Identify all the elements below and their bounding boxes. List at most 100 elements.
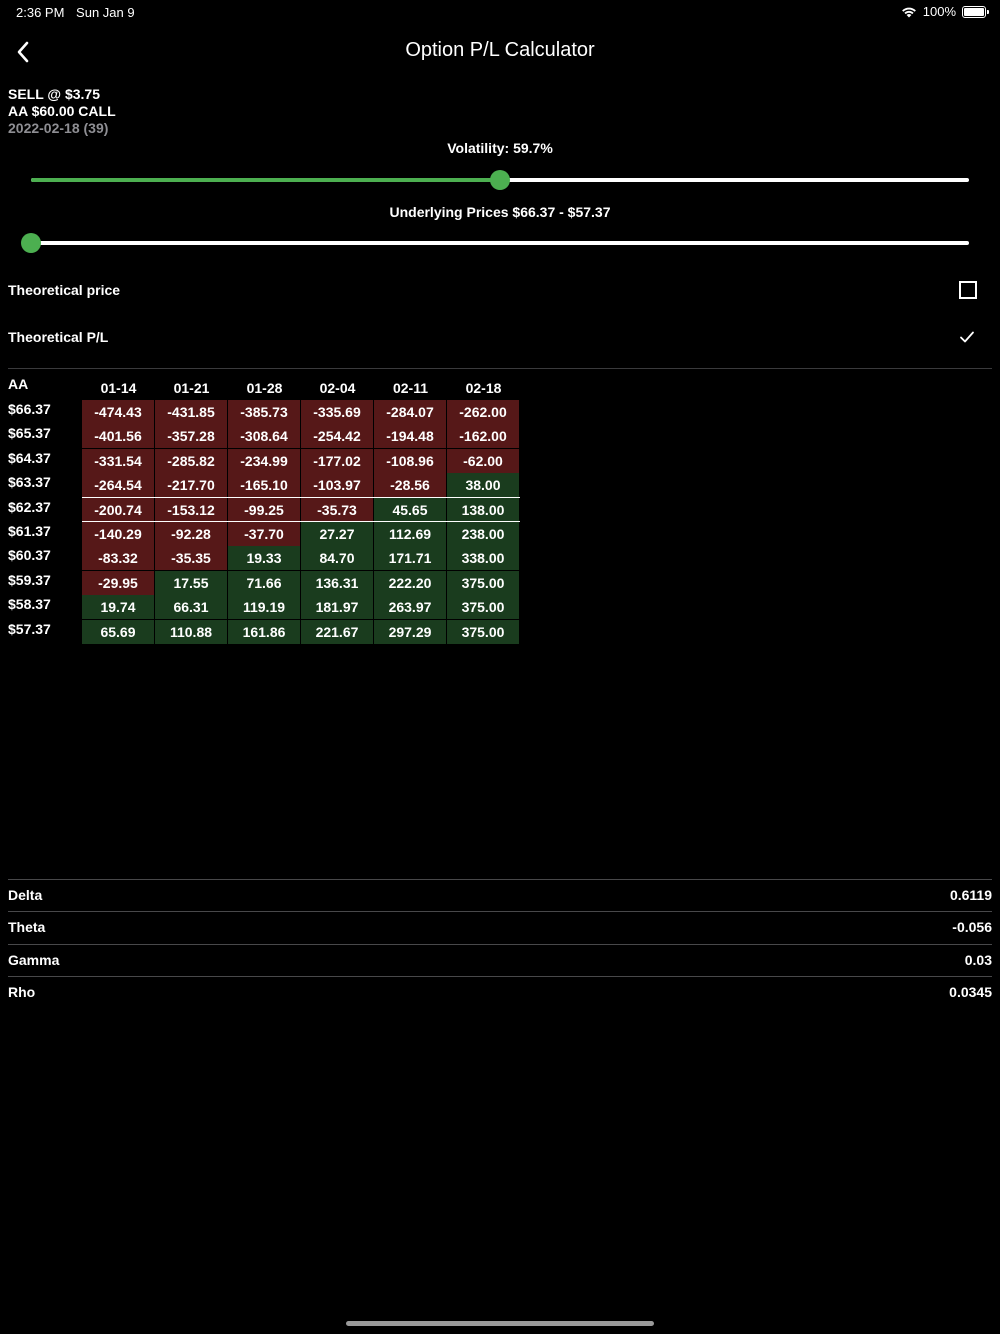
pl-cell: -99.25 [228, 497, 300, 522]
greek-value: -0.056 [952, 919, 992, 936]
page-title: Option P/L Calculator [405, 39, 595, 61]
status-right: 100% [901, 4, 989, 19]
pl-cell: 38.00 [447, 473, 519, 498]
volatility-slider[interactable] [31, 168, 969, 192]
theoretical-price-checkbox[interactable] [959, 281, 977, 299]
pl-cell: 338.00 [447, 546, 519, 571]
grid-date-header: 01-21 [173, 380, 210, 396]
status-bar: 2:36 PM Sun Jan 9 100% [0, 0, 1000, 24]
pl-cell: 119.19 [228, 595, 300, 620]
greek-name: Theta [8, 919, 46, 936]
grid-symbol: AA [8, 376, 29, 392]
order-info: SELL @ $3.75 AA $60.00 CALL 2022-02-18 (… [8, 86, 116, 137]
pl-cell: -62.00 [447, 448, 519, 473]
greek-row: Gamma 0.03 [8, 944, 992, 976]
pl-cell: -35.35 [155, 546, 227, 571]
pl-cell: -284.07 [374, 400, 446, 424]
pl-cell: -262.00 [447, 400, 519, 424]
pl-cell: 375.00 [447, 570, 519, 595]
greek-value: 0.0345 [949, 983, 992, 1000]
order-contract: AA $60.00 CALL [8, 103, 116, 119]
status-left: 2:36 PM Sun Jan 9 [16, 5, 143, 20]
underlying-price-slider[interactable] [21, 231, 969, 255]
order-expiry: 2022-02-18 (39) [8, 120, 109, 136]
pl-cell: -162.00 [447, 424, 519, 449]
pl-cell: -83.32 [82, 546, 154, 571]
pl-cell: -28.56 [374, 473, 446, 498]
grid-price-label: $62.37 [8, 498, 51, 515]
pl-cell: 238.00 [447, 522, 519, 546]
pl-cell: -92.28 [155, 522, 227, 546]
grid-price-label: $64.37 [8, 449, 51, 466]
pl-cell: 171.71 [374, 546, 446, 571]
pl-cell: -29.95 [82, 570, 154, 595]
theoretical-pl-label: Theoretical P/L [8, 329, 109, 345]
pl-cell: 138.00 [447, 497, 519, 522]
greek-row: Theta -0.056 [8, 911, 992, 943]
pl-cell: 375.00 [447, 595, 519, 620]
pl-cell: -37.70 [228, 522, 300, 546]
greek-row: Rho 0.0345 [8, 976, 992, 1008]
greek-name: Rho [8, 983, 36, 1000]
theoretical-pl-row[interactable]: Theoretical P/L [0, 317, 1000, 357]
pl-cell: 65.69 [82, 619, 154, 644]
grid-price-label: $60.37 [8, 547, 51, 564]
grid-price-label: $58.37 [8, 596, 51, 613]
pl-cell: 66.31 [155, 595, 227, 620]
pl-cell: -108.96 [374, 448, 446, 473]
strike-line [82, 496, 520, 498]
pl-cell: -165.10 [228, 473, 300, 498]
volatility-label: Volatility: 59.7% [447, 140, 553, 156]
pl-cell: -103.97 [301, 473, 373, 498]
pl-cell: 110.88 [155, 619, 227, 644]
pl-cell: -153.12 [155, 497, 227, 522]
pl-cell: -177.02 [301, 448, 373, 473]
grid-date-header: 02-04 [319, 380, 356, 396]
greek-name: Gamma [8, 951, 60, 968]
pl-cell: -254.42 [301, 424, 373, 449]
pl-cell: 19.33 [228, 546, 300, 571]
grid-price-label: $65.37 [8, 425, 51, 442]
pl-cell: 45.65 [374, 497, 446, 522]
pl-cell: 221.67 [301, 619, 373, 644]
home-indicator [346, 1321, 654, 1326]
grid-date-header: 01-14 [100, 380, 137, 396]
pl-cell: -431.85 [155, 400, 227, 424]
grid-price-label: $61.37 [8, 523, 51, 539]
grid-date-header: 01-28 [246, 380, 283, 396]
theoretical-price-row[interactable]: Theoretical price [0, 270, 1000, 310]
pl-cell: -357.28 [155, 424, 227, 449]
greek-row: Delta 0.6119 [8, 879, 992, 911]
pl-cell: 181.97 [301, 595, 373, 620]
status-date: Sun Jan 9 [76, 5, 135, 20]
underlying-price-label: Underlying Prices $66.37 - $57.37 [389, 204, 611, 220]
slider-thumb[interactable] [21, 233, 41, 253]
pl-cell: -264.54 [82, 473, 154, 498]
pl-cell: 112.69 [374, 522, 446, 546]
options-divider [8, 368, 992, 369]
grid-price-label: $59.37 [8, 571, 51, 588]
strike-line [82, 521, 520, 522]
slider-thumb[interactable] [490, 170, 510, 190]
pl-cell: -194.48 [374, 424, 446, 449]
pl-cell: 222.20 [374, 570, 446, 595]
theoretical-price-label: Theoretical price [8, 282, 121, 298]
greek-name: Delta [8, 887, 43, 903]
greek-value: 0.6119 [949, 887, 992, 903]
pl-cell: 161.86 [228, 619, 300, 644]
status-time: 2:36 PM [16, 5, 65, 20]
pl-cell: 297.29 [374, 619, 446, 644]
grid-price-label: $63.37 [8, 474, 51, 491]
pl-cell: -234.99 [228, 448, 300, 473]
pl-cell: -200.74 [82, 497, 154, 522]
pl-cell: -474.43 [82, 400, 154, 424]
grid-date-header: 02-11 [392, 380, 429, 396]
grid-date-header: 02-18 [465, 380, 502, 396]
grid-price-label: $57.37 [8, 620, 51, 637]
pl-cell: -35.73 [301, 497, 373, 522]
pl-cell: -385.73 [228, 400, 300, 424]
pl-cell: 263.97 [374, 595, 446, 620]
pl-cell: -217.70 [155, 473, 227, 498]
checkmark-icon[interactable] [959, 329, 975, 345]
pl-cell: 136.31 [301, 570, 373, 595]
